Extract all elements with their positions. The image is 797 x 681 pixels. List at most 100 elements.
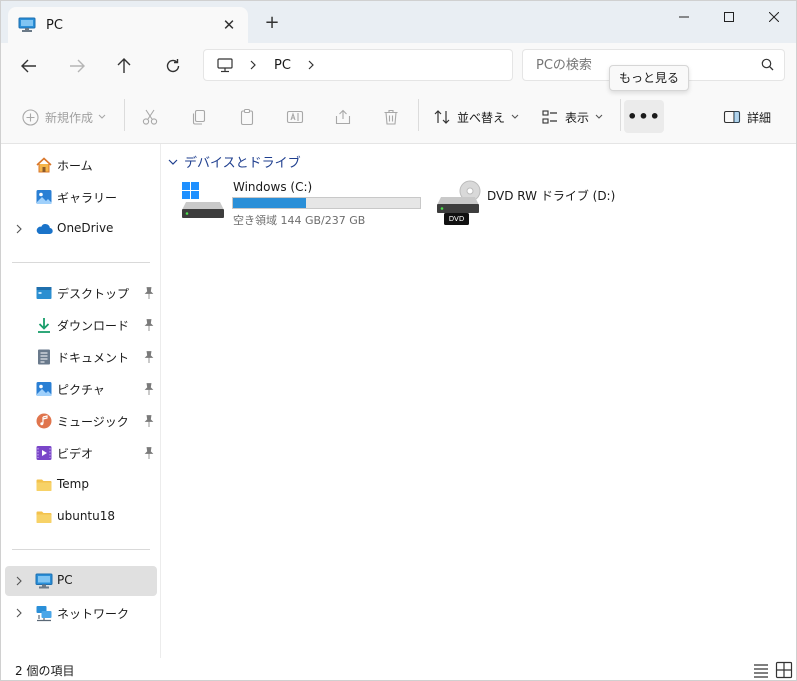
- share-button[interactable]: [334, 101, 352, 133]
- toolbar-divider: [418, 99, 419, 131]
- search-icon: [761, 58, 774, 71]
- sidebar-item-label: ビデオ: [57, 447, 94, 461]
- navigation-pane: ホーム ギャラリー OneDrive デスクトップ ダウンロード ドキュメント: [1, 144, 161, 658]
- group-header-label: デバイスとドライブ: [184, 156, 301, 171]
- pin-icon[interactable]: [143, 318, 155, 332]
- forward-button[interactable]: [64, 53, 90, 79]
- close-tab-icon[interactable]: ✕: [220, 16, 238, 34]
- sidebar-item-gallery[interactable]: ギャラリー: [5, 182, 157, 212]
- content-pane: デバイスとドライブ Windows (C:) 空き領域 144 GB/237 G…: [162, 144, 796, 658]
- group-header-devices[interactable]: デバイスとドライブ: [168, 152, 301, 171]
- drive-c-usage-fill: [233, 198, 306, 208]
- paste-button[interactable]: [238, 101, 256, 133]
- folder-icon: [36, 511, 52, 523]
- pin-icon[interactable]: [143, 414, 155, 428]
- address-bar[interactable]: PC: [203, 49, 513, 81]
- sort-button[interactable]: 並べ替え: [433, 101, 519, 133]
- title-bar: PC ✕ +: [1, 1, 796, 43]
- close-window-button[interactable]: [751, 1, 796, 33]
- tab-pc[interactable]: PC ✕: [8, 7, 248, 43]
- new-label: 新規作成: [45, 110, 94, 125]
- music-icon: [36, 413, 52, 429]
- sidebar-item-documents[interactable]: ドキュメント: [5, 342, 157, 372]
- see-more-button[interactable]: •••: [624, 100, 664, 133]
- windows-drive-icon: [182, 182, 224, 218]
- details-pane-icon: [723, 110, 741, 124]
- view-list-icon: [542, 110, 557, 124]
- refresh-icon: [166, 59, 180, 73]
- rename-button[interactable]: [286, 101, 304, 133]
- sidebar-item-label: ピクチャ: [57, 383, 105, 397]
- back-button[interactable]: [16, 53, 42, 79]
- item-count: 2 個の項目: [15, 664, 75, 678]
- gallery-icon: [36, 190, 52, 204]
- chevron-down-icon: [595, 114, 603, 119]
- sidebar-item-desktop[interactable]: デスクトップ: [5, 278, 157, 308]
- up-button[interactable]: [111, 53, 137, 79]
- chevron-right-icon[interactable]: [13, 222, 25, 236]
- sidebar-item-label: ダウンロード: [57, 319, 130, 333]
- desktop-icon: [36, 287, 52, 299]
- chevron-right-icon[interactable]: [307, 60, 315, 70]
- sidebar-item-onedrive[interactable]: OneDrive: [5, 214, 157, 244]
- sidebar-item-label: Temp: [57, 477, 89, 491]
- sidebar-item-ubuntu18[interactable]: ubuntu18: [5, 502, 157, 532]
- dvd-badge: DVD: [448, 215, 465, 223]
- drive-c[interactable]: Windows (C:) 空き領域 144 GB/237 GB: [180, 178, 425, 228]
- sidebar-item-network[interactable]: ネットワーク: [5, 598, 157, 628]
- refresh-button[interactable]: [160, 53, 186, 79]
- command-bar: 新規作成 並べ替え 表示 ••• 詳細: [1, 89, 796, 144]
- chevron-right-icon[interactable]: [249, 60, 257, 70]
- sidebar-item-label: ドキュメント: [57, 351, 130, 365]
- sidebar-item-label: PC: [57, 573, 73, 587]
- plus-circle-icon: [22, 108, 39, 126]
- drive-c-name: Windows (C:): [233, 180, 313, 194]
- pin-icon[interactable]: [143, 350, 155, 364]
- status-bar: 2 個の項目: [1, 658, 796, 680]
- chevron-right-icon[interactable]: [13, 574, 25, 588]
- view-button[interactable]: 表示: [541, 101, 603, 133]
- new-button[interactable]: 新規作成: [22, 101, 106, 133]
- sidebar-item-music[interactable]: ミュージック: [5, 406, 157, 436]
- pin-icon[interactable]: [143, 446, 155, 460]
- rename-icon: [286, 110, 304, 124]
- details-label: 詳細: [747, 110, 772, 125]
- copy-button[interactable]: [190, 101, 208, 133]
- pin-icon[interactable]: [143, 382, 155, 396]
- sidebar-divider: [12, 549, 150, 550]
- copy-icon: [192, 109, 206, 125]
- new-tab-button[interactable]: +: [263, 14, 281, 32]
- tab-title: PC: [46, 17, 63, 33]
- minimize-button[interactable]: [661, 1, 707, 33]
- maximize-button[interactable]: [706, 1, 752, 33]
- network-icon: [36, 606, 52, 622]
- download-icon: [38, 318, 50, 333]
- breadcrumb-pc[interactable]: PC: [274, 58, 291, 73]
- cut-button[interactable]: [141, 101, 159, 133]
- sidebar-item-home[interactable]: ホーム: [5, 150, 157, 180]
- sidebar-item-label: ギャラリー: [57, 191, 118, 205]
- sidebar-item-label: ネットワーク: [57, 607, 130, 621]
- sidebar-divider: [12, 262, 150, 263]
- sidebar-item-temp[interactable]: Temp: [5, 470, 157, 500]
- pin-icon[interactable]: [143, 286, 155, 300]
- delete-button[interactable]: [382, 101, 400, 133]
- onedrive-cloud-icon: [36, 224, 53, 235]
- monitor-icon: [217, 57, 233, 72]
- sidebar-item-videos[interactable]: ビデオ: [5, 438, 157, 468]
- sidebar-item-downloads[interactable]: ダウンロード: [5, 310, 157, 340]
- more-dots-icon: •••: [627, 107, 661, 126]
- large-icons-view-icon[interactable]: [775, 661, 793, 679]
- chevron-right-icon[interactable]: [13, 606, 25, 620]
- drive-d[interactable]: DVD DVD RW ドライブ (D:): [435, 178, 635, 228]
- drive-d-name: DVD RW ドライブ (D:): [487, 189, 616, 203]
- document-icon: [38, 349, 50, 365]
- chevron-down-icon: [168, 159, 178, 165]
- chevron-down-icon: [98, 114, 106, 119]
- sidebar-item-pc[interactable]: PC: [5, 566, 157, 596]
- details-view-icon[interactable]: [752, 661, 770, 679]
- details-button[interactable]: 詳細: [723, 101, 771, 133]
- view-label: 表示: [565, 110, 590, 125]
- sidebar-item-pictures[interactable]: ピクチャ: [5, 374, 157, 404]
- sort-label: 並べ替え: [457, 110, 506, 125]
